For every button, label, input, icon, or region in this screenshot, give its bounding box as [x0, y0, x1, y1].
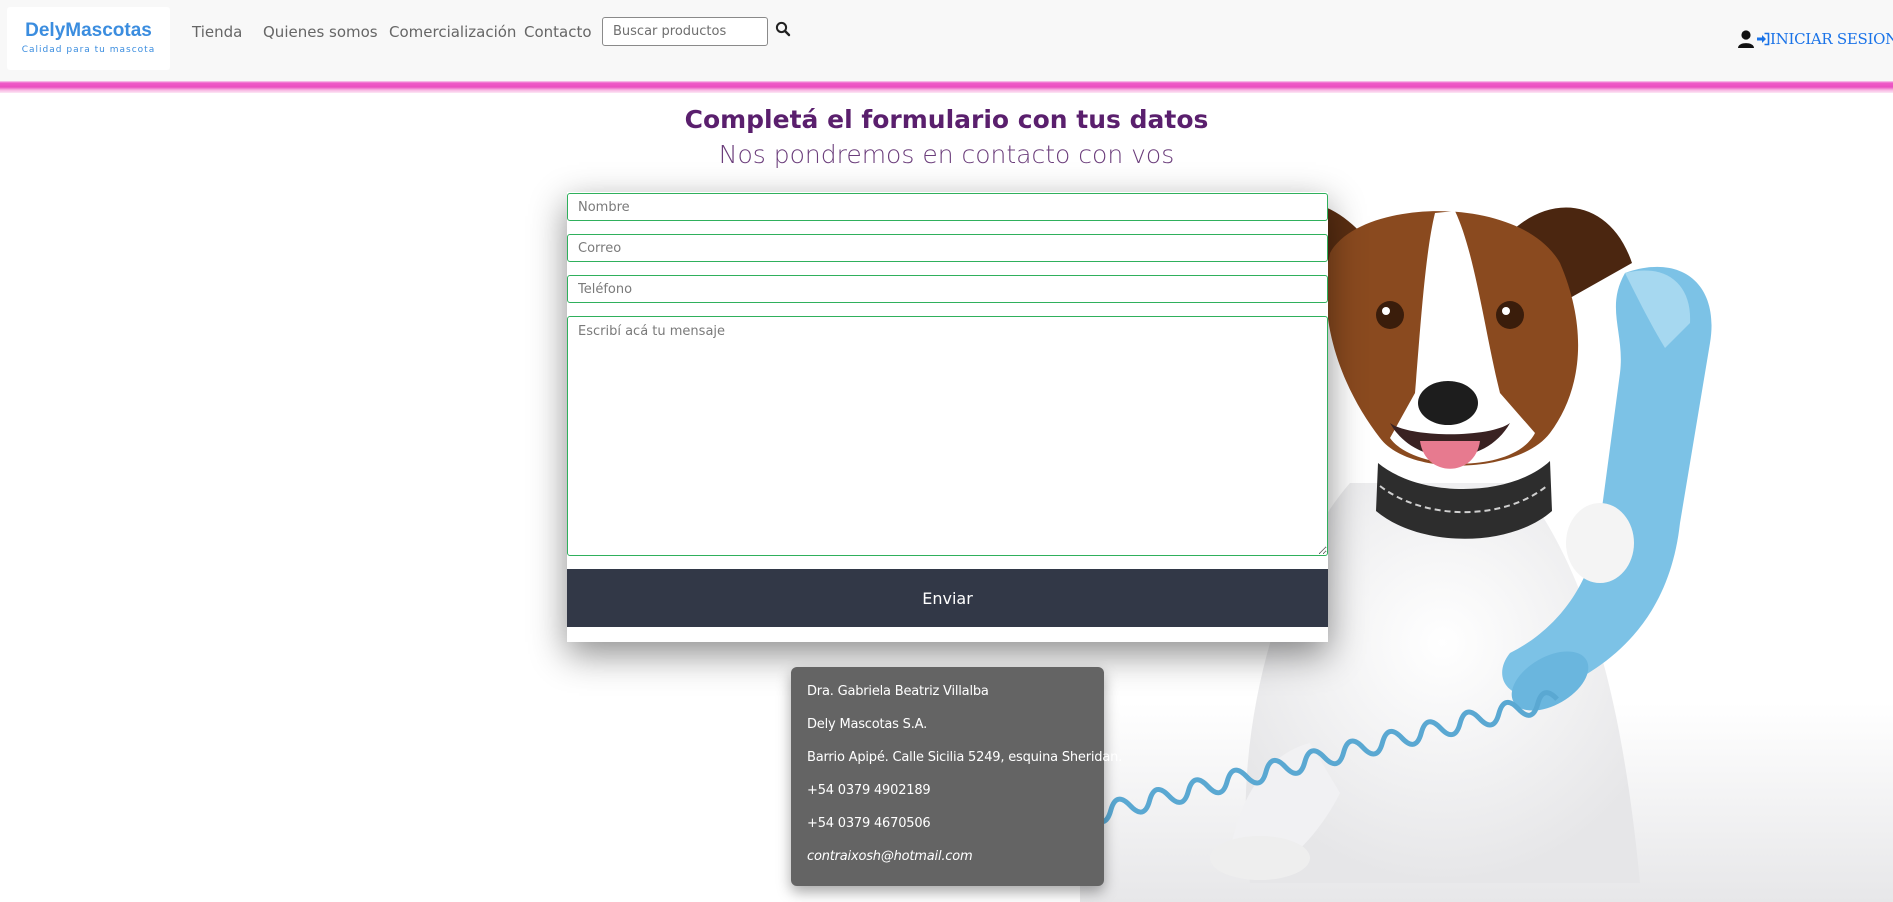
- contact-phone-1: +54 0379 4902189: [807, 783, 931, 798]
- contact-email[interactable]: contraixosh@hotmail.com: [807, 849, 973, 864]
- brand-logo[interactable]: DelyMascotas Calidad para tu mascota: [7, 7, 170, 70]
- nav-link-contacto[interactable]: Contacto: [524, 23, 592, 41]
- contact-info-card: Dra. Gabriela Beatriz Villalba Dely Masc…: [791, 667, 1122, 886]
- contact-form: Enviar: [567, 192, 1328, 642]
- header-accent-band: [0, 81, 1893, 93]
- contact-phone-2: +54 0379 4670506: [807, 816, 931, 831]
- page-title: Completá el formulario con tus datos: [684, 105, 1209, 134]
- search-input[interactable]: [602, 17, 768, 46]
- login-link[interactable]: INICIAR SESION: [1737, 28, 1893, 50]
- contact-address: Barrio Apipé. Calle Sicilia 5249, esquin…: [807, 750, 1123, 765]
- contact-company: Dely Mascotas S.A.: [807, 717, 928, 732]
- search-icon: [775, 21, 791, 37]
- phone-input[interactable]: [567, 275, 1328, 303]
- nav-link-quienes-somos[interactable]: Quienes somos: [263, 23, 378, 41]
- name-input[interactable]: [567, 193, 1328, 221]
- nav-link-tienda[interactable]: Tienda: [192, 23, 242, 41]
- login-label: INICIAR SESION: [1770, 30, 1893, 48]
- contact-person: Dra. Gabriela Beatriz Villalba: [807, 684, 989, 699]
- message-textarea[interactable]: [567, 316, 1328, 556]
- brand-title: DelyMascotas: [25, 20, 152, 41]
- page-subtitle: Nos pondremos en contacto con vos: [718, 140, 1175, 169]
- submit-button[interactable]: Enviar: [567, 569, 1328, 627]
- navbar: DelyMascotas Calidad para tu mascota Tie…: [0, 0, 1893, 81]
- nav-link-comercializacion[interactable]: Comercialización: [389, 23, 516, 41]
- email-input[interactable]: [567, 234, 1328, 262]
- user-icon: [1738, 30, 1754, 48]
- sign-in-icon: [1757, 32, 1770, 46]
- brand-tagline: Calidad para tu mascota: [21, 45, 156, 55]
- search-button[interactable]: [775, 21, 795, 41]
